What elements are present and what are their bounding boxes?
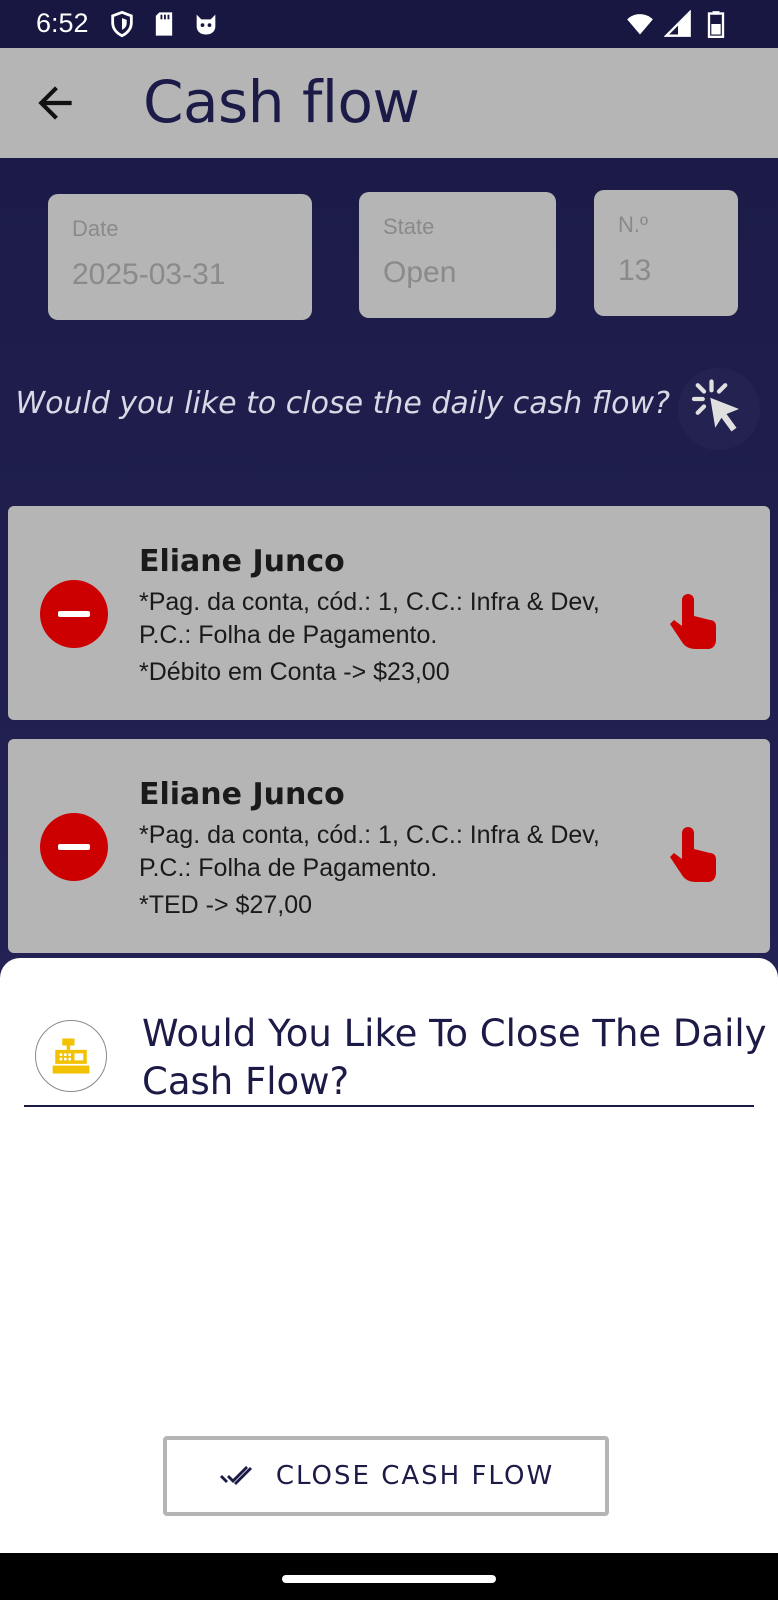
sheet-title-line1: Would You Like To Close The Daily (142, 1012, 767, 1055)
card-amount: *TED -> $27,00 (139, 891, 313, 919)
cash-entry-card[interactable]: Eliane Junco *Pag. da conta, cód.: 1, C.… (8, 506, 770, 720)
status-bar: 6:52 (0, 0, 778, 48)
wifi-icon (627, 14, 653, 35)
date-field-value: 2025-03-31 (72, 258, 226, 291)
state-field-label: State (383, 214, 435, 239)
close-cash-flow-fab[interactable] (678, 368, 760, 450)
card-amount: *Débito em Conta -> $23,00 (139, 658, 450, 686)
sheet-avatar (35, 1020, 107, 1092)
arrow-left-icon[interactable] (30, 78, 80, 128)
app-bar: Cash flow (0, 48, 778, 158)
sheet-title-line2: Cash Flow? (142, 1060, 350, 1103)
minus-circle-icon (40, 813, 108, 881)
close-cash-flow-sheet: Would You Like To Close The Daily Cash F… (0, 958, 778, 1553)
close-cash-flow-button-label: CLOSE CASH FLOW (275, 1461, 555, 1491)
cat-face-icon (196, 14, 216, 35)
double-check-icon (219, 1466, 252, 1485)
sd-card-icon (155, 12, 173, 36)
card-person-name: Eliane Junco (139, 544, 345, 579)
number-field-value: 13 (618, 254, 652, 287)
navigation-bar (0, 1553, 778, 1600)
battery-icon (707, 11, 725, 38)
close-cash-flow-prompt: Would you like to close the daily cash f… (15, 386, 670, 421)
date-field[interactable]: Date 2025-03-31 (48, 194, 312, 320)
card-description: *Pag. da conta, cód.: 1, C.C.: Infra & D… (139, 588, 600, 649)
tap-finger-icon[interactable] (668, 592, 718, 650)
sheet-title: Would You Like To Close The Daily Cash F… (142, 1010, 778, 1106)
cash-register-icon (52, 1038, 90, 1074)
state-field-value: Open (383, 256, 457, 289)
card-description: *Pag. da conta, cód.: 1, C.C.: Infra & D… (139, 821, 600, 882)
number-field[interactable]: N.º 13 (594, 190, 738, 316)
sheet-divider (24, 1105, 754, 1107)
card-person-name: Eliane Junco (139, 777, 345, 812)
status-icons-left (108, 10, 220, 38)
state-field[interactable]: State Open (359, 192, 556, 318)
home-gesture-handle[interactable] (282, 1575, 496, 1583)
page-title: Cash flow (143, 68, 420, 136)
status-icons-right (626, 10, 730, 38)
cash-entry-card[interactable]: Eliane Junco *Pag. da conta, cód.: 1, C.… (8, 739, 770, 953)
status-time: 6:52 (36, 8, 89, 38)
tap-click-icon (691, 379, 739, 432)
signal-icon (664, 10, 691, 37)
tap-finger-icon[interactable] (668, 825, 718, 883)
minus-circle-icon (40, 580, 108, 648)
close-cash-flow-button[interactable]: CLOSE CASH FLOW (163, 1436, 609, 1516)
shield-icon (111, 10, 133, 38)
date-field-label: Date (72, 216, 119, 241)
number-field-label: N.º (618, 212, 649, 237)
